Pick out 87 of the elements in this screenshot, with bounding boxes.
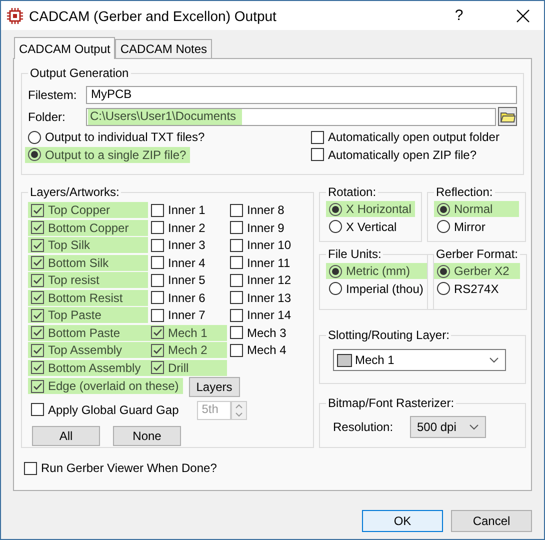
group-title: Reflection: bbox=[435, 185, 494, 199]
group-title: File Units: bbox=[327, 247, 382, 261]
tab[interactable]: CADCAM Notes bbox=[115, 39, 212, 58]
chip-icon bbox=[7, 8, 23, 24]
checkbox[interactable]: Mech 1 bbox=[148, 324, 227, 340]
checkbox[interactable]: Mech 4 bbox=[227, 342, 307, 358]
field-label: Filestem: bbox=[28, 88, 78, 102]
checkbox[interactable]: Top Paste bbox=[28, 307, 148, 323]
radio-button[interactable]: Gerber X2 bbox=[434, 263, 520, 279]
layers-button[interactable]: Layers bbox=[188, 377, 240, 397]
checkbox[interactable]: Inner 8 bbox=[227, 202, 307, 218]
radio-button[interactable]: Imperial (thou) bbox=[326, 280, 428, 296]
radio-button[interactable]: Output to individual TXT files? bbox=[25, 129, 209, 145]
select-button[interactable]: None bbox=[113, 426, 181, 446]
checkbox[interactable]: Bottom Paste bbox=[28, 324, 148, 340]
radio-button[interactable]: RS274X bbox=[434, 280, 520, 296]
check-mark-icon bbox=[32, 240, 43, 250]
checkbox[interactable]: Bottom Copper bbox=[28, 220, 148, 236]
checkbox[interactable]: Top Copper bbox=[28, 202, 148, 218]
radio-button[interactable]: X Vertical bbox=[326, 218, 416, 234]
checkbox[interactable]: Inner 11 bbox=[227, 254, 307, 270]
check-mark-icon bbox=[32, 257, 43, 268]
group-title: Output Generation bbox=[29, 66, 130, 80]
select-button[interactable]: All bbox=[32, 426, 100, 446]
checkbox[interactable]: Top resist bbox=[28, 272, 148, 288]
check-mark-icon bbox=[32, 204, 43, 216]
window-title: CADCAM (Gerber and Excellon) Output bbox=[29, 8, 278, 24]
radio-button[interactable]: Output to a single ZIP file? bbox=[25, 146, 190, 162]
checkbox[interactable]: Inner 4 bbox=[148, 254, 227, 270]
checkbox[interactable]: Inner 6 bbox=[148, 290, 227, 306]
checkbox[interactable]: Inner 12 bbox=[227, 272, 307, 288]
checkbox[interactable]: Inner 3 bbox=[148, 237, 227, 253]
checkbox[interactable]: Edge (overlaid on these) bbox=[28, 378, 183, 394]
check-mark-icon bbox=[152, 362, 163, 373]
radio-button[interactable]: Normal bbox=[434, 201, 519, 217]
check-mark-icon bbox=[32, 222, 43, 233]
help-button[interactable]: ? bbox=[444, 7, 474, 24]
checkbox[interactable]: Inner 9 bbox=[227, 220, 307, 236]
resolution-dropdown[interactable]: 500 dpi bbox=[410, 416, 486, 438]
check-mark-icon bbox=[152, 344, 163, 356]
group-title: Layers/Artworks: bbox=[29, 185, 120, 199]
chevron-icon bbox=[469, 424, 479, 430]
checkbox[interactable]: Bottom Resist bbox=[28, 290, 148, 306]
checkbox[interactable]: Inner 14 bbox=[227, 307, 307, 323]
radio-button[interactable]: X Horizontal bbox=[326, 201, 416, 217]
checkbox[interactable]: Run Gerber Viewer When Done? bbox=[21, 460, 221, 476]
checkbox[interactable]: Mech 3 bbox=[227, 324, 307, 340]
checkbox[interactable]: Inner 2 bbox=[148, 220, 227, 236]
check-mark-icon bbox=[32, 380, 43, 392]
check-mark-icon bbox=[32, 362, 43, 373]
checkbox[interactable]: Inner 10 bbox=[227, 237, 307, 253]
checkbox[interactable]: Inner 5 bbox=[148, 272, 227, 288]
checkbox[interactable]: Mech 2 bbox=[148, 342, 227, 358]
check-mark-icon bbox=[32, 310, 43, 320]
checkbox[interactable]: Automatically open ZIP file? bbox=[308, 146, 481, 162]
checkbox[interactable]: Inner 7 bbox=[148, 307, 227, 323]
close-icon[interactable] bbox=[516, 8, 530, 22]
checkbox[interactable]: Top Assembly bbox=[28, 342, 148, 358]
group-title: Gerber Format: bbox=[435, 247, 520, 261]
checkbox[interactable]: Drill bbox=[148, 360, 227, 376]
group-title: Bitmap/Font Rasterizer: bbox=[327, 396, 456, 410]
check-mark-icon bbox=[32, 274, 43, 286]
field-label: Folder: bbox=[28, 110, 66, 124]
checkbox[interactable]: Inner 13 bbox=[227, 290, 307, 306]
radio-button[interactable]: Metric (mm) bbox=[326, 263, 428, 279]
check-mark-icon bbox=[32, 344, 43, 356]
checkbox[interactable]: Bottom Assembly bbox=[28, 360, 148, 376]
check-mark-icon bbox=[152, 327, 163, 338]
folder-icon[interactable] bbox=[498, 107, 517, 126]
group-title: Rotation: bbox=[327, 185, 378, 199]
ok-button[interactable]: OK bbox=[362, 510, 443, 532]
filestem-field[interactable]: MyPCB bbox=[86, 86, 517, 104]
chevron-icon bbox=[489, 357, 499, 363]
check-mark-icon bbox=[32, 327, 43, 338]
group-title: Slotting/Routing Layer: bbox=[327, 328, 450, 342]
cancel-button[interactable]: Cancel bbox=[451, 510, 532, 532]
checkbox[interactable]: Automatically open output folder bbox=[308, 129, 504, 145]
folder-field[interactable]: C:\Users\User1\Documents bbox=[86, 108, 496, 126]
tab[interactable]: CADCAM Output bbox=[14, 37, 116, 59]
layer-dropdown[interactable]: Mech 1 bbox=[333, 349, 506, 371]
checkbox[interactable]: Top Silk bbox=[28, 237, 148, 253]
field-label: Resolution: bbox=[333, 420, 394, 434]
checkbox[interactable]: Inner 1 bbox=[148, 202, 227, 218]
radio-button[interactable]: Mirror bbox=[434, 218, 519, 234]
check-mark-icon bbox=[32, 292, 43, 303]
checkbox[interactable]: Bottom Silk bbox=[28, 254, 148, 270]
layer-swatch-icon bbox=[337, 354, 352, 366]
